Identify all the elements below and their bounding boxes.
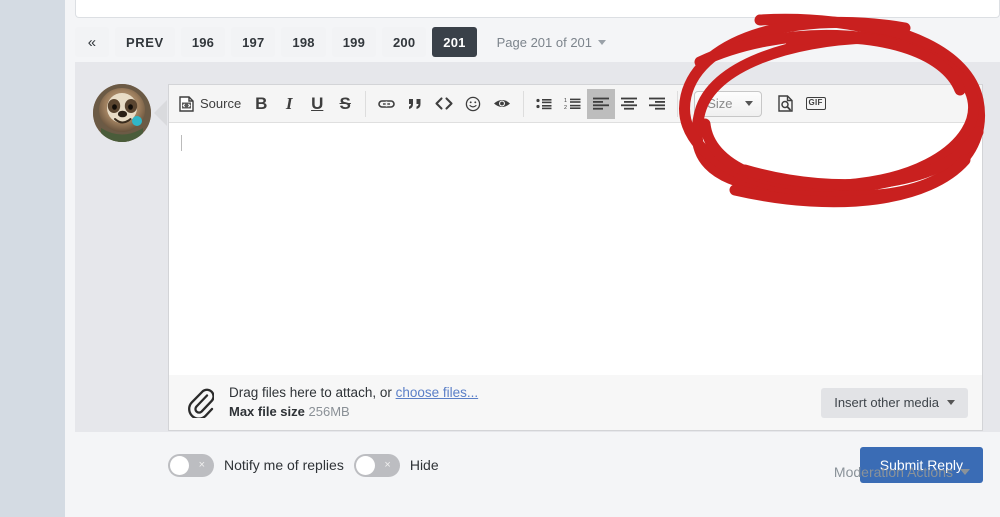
spoiler-eye-icon bbox=[494, 100, 511, 107]
strikethrough-label: S bbox=[339, 94, 351, 113]
attachment-text: Drag files here to attach, or choose fil… bbox=[229, 383, 478, 421]
quote-button[interactable] bbox=[401, 89, 429, 119]
max-file-size-label: Max file size bbox=[229, 403, 305, 419]
underline-button[interactable]: U bbox=[303, 89, 331, 119]
emoji-button[interactable] bbox=[459, 89, 487, 119]
pagination-page-200[interactable]: 200 bbox=[382, 27, 427, 57]
page-content-area: « PREV 196 197 198 199 200 201 Page 201 … bbox=[65, 0, 1000, 517]
moderation-actions-dropdown[interactable]: Moderation Actions bbox=[834, 464, 970, 480]
editor-toolbar: Source B I U S 1 2 Size GIF bbox=[169, 85, 982, 123]
rich-text-editor: Source B I U S 1 2 Size GIF bbox=[168, 84, 983, 385]
toolbar-divider bbox=[523, 90, 525, 117]
avatar[interactable] bbox=[93, 84, 151, 142]
font-size-select[interactable]: Size bbox=[694, 90, 762, 117]
chevron-down-icon bbox=[744, 101, 753, 106]
preview-document-icon bbox=[777, 95, 793, 112]
source-icon bbox=[179, 95, 194, 112]
align-center-icon bbox=[621, 97, 638, 110]
attachment-instruction: Drag files here to attach, or choose fil… bbox=[229, 383, 478, 403]
gif-icon: GIF bbox=[805, 97, 826, 110]
moderation-actions-label: Moderation Actions bbox=[833, 464, 953, 480]
italic-label: I bbox=[285, 94, 293, 113]
toggle-knob bbox=[170, 455, 189, 475]
align-right-button[interactable] bbox=[643, 89, 671, 119]
pagination-prev-button[interactable]: PREV bbox=[115, 27, 175, 57]
attachment-instruction-prefix: Drag files here to attach, or bbox=[229, 385, 396, 401]
sloth-avatar-icon bbox=[93, 84, 151, 142]
italic-button[interactable]: I bbox=[275, 89, 303, 119]
svg-text:1: 1 bbox=[564, 98, 567, 104]
max-file-size-value: 256MB bbox=[308, 403, 350, 419]
insert-other-media-label: Insert other media bbox=[834, 395, 939, 410]
pagination-page-198[interactable]: 198 bbox=[281, 27, 326, 57]
toggle-knob bbox=[355, 455, 375, 475]
code-button[interactable] bbox=[429, 89, 459, 119]
hide-toggle-label: Hide bbox=[409, 457, 439, 473]
align-right-icon bbox=[649, 97, 666, 110]
chevron-down-icon bbox=[598, 39, 607, 45]
source-button-label: Source bbox=[200, 96, 242, 111]
pagination-page-201[interactable]: 201 bbox=[432, 27, 477, 57]
toolbar-divider bbox=[677, 90, 679, 117]
attachment-dropzone[interactable]: Drag files here to attach, or choose fil… bbox=[168, 375, 983, 431]
chevron-down-icon bbox=[947, 400, 955, 405]
align-left-button[interactable] bbox=[587, 88, 616, 119]
insert-other-media-button[interactable]: Insert other media bbox=[821, 387, 968, 418]
numbered-list-icon: 1 2 bbox=[564, 98, 581, 110]
page-indicator-label: Page 201 of 201 bbox=[496, 34, 593, 50]
hide-toggle[interactable]: × bbox=[353, 453, 400, 477]
chevron-down-icon bbox=[960, 469, 970, 475]
gif-button[interactable]: GIF bbox=[800, 89, 832, 119]
bullet-list-icon bbox=[536, 98, 552, 110]
emoji-icon bbox=[465, 96, 481, 111]
align-left-icon bbox=[593, 97, 610, 110]
toggle-off-glyph: × bbox=[384, 458, 391, 471]
paperclip-glyph bbox=[188, 388, 214, 418]
page-indicator-dropdown[interactable]: Page 201 of 201 bbox=[496, 34, 607, 50]
pagination-bar: « PREV 196 197 198 199 200 201 Page 201 … bbox=[75, 26, 1000, 58]
bold-label: B bbox=[255, 94, 268, 113]
choose-files-link[interactable]: choose files... bbox=[396, 385, 479, 400]
strikethrough-button[interactable]: S bbox=[331, 89, 359, 119]
preview-button[interactable] bbox=[772, 89, 800, 119]
pagination-page-199[interactable]: 199 bbox=[331, 27, 376, 57]
align-center-button[interactable] bbox=[615, 89, 643, 119]
source-button[interactable]: Source bbox=[173, 89, 247, 119]
underline-label: U bbox=[311, 94, 324, 113]
link-button[interactable] bbox=[372, 89, 401, 119]
speech-pointer-icon bbox=[154, 100, 167, 126]
font-size-select-label: Size bbox=[707, 96, 733, 111]
notify-toggle-label: Notify me of replies bbox=[224, 457, 344, 473]
bullet-list-button[interactable] bbox=[530, 89, 558, 119]
toggle-off-glyph: × bbox=[198, 458, 205, 471]
pagination-page-197[interactable]: 197 bbox=[231, 27, 276, 57]
notify-toggle-group[interactable]: × Notify me of replies bbox=[168, 453, 344, 477]
bold-button[interactable]: B bbox=[247, 89, 275, 119]
max-file-size: Max file size 256MB bbox=[229, 403, 478, 422]
hide-toggle-group[interactable]: × Hide bbox=[353, 453, 439, 477]
code-icon bbox=[435, 97, 453, 110]
pagination-page-196[interactable]: 196 bbox=[180, 27, 226, 57]
reply-composer-block: Source B I U S 1 2 Size GIF Drag files h… bbox=[75, 62, 1000, 483]
notify-toggle[interactable]: × bbox=[168, 453, 214, 477]
quote-icon bbox=[409, 98, 421, 109]
svg-text:2: 2 bbox=[564, 105, 567, 110]
spoiler-button[interactable] bbox=[487, 89, 517, 119]
paperclip-icon bbox=[183, 388, 219, 418]
previous-post-card bbox=[75, 0, 1000, 18]
editor-text-area[interactable] bbox=[169, 123, 982, 347]
link-icon bbox=[378, 99, 396, 108]
numbered-list-button[interactable]: 1 2 bbox=[558, 89, 587, 119]
text-caret bbox=[181, 135, 182, 151]
toolbar-divider bbox=[365, 90, 367, 117]
pagination-first-button[interactable]: « bbox=[75, 27, 109, 57]
